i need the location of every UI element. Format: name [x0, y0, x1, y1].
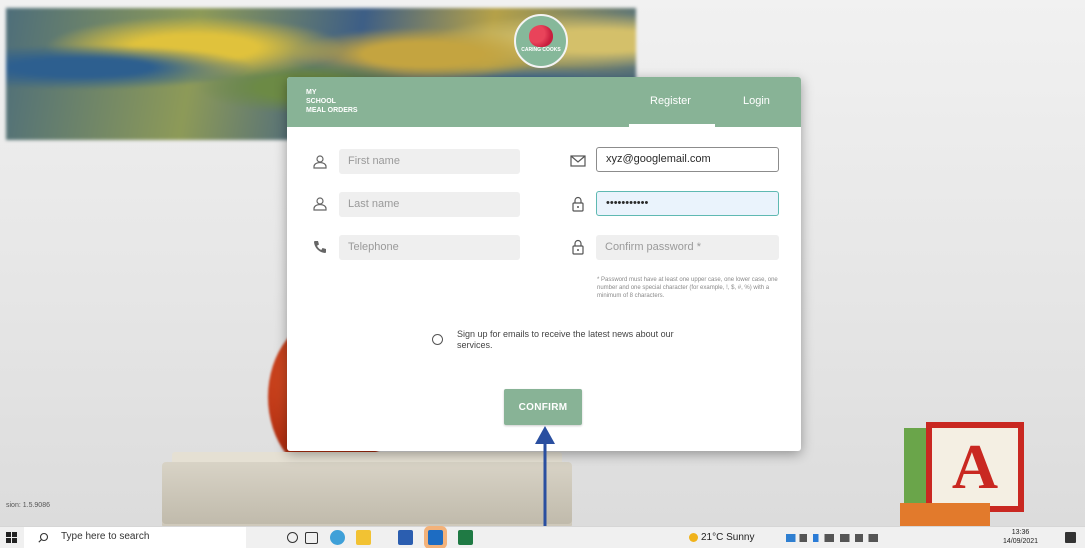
lock-icon	[572, 196, 584, 212]
toy-block-orange	[900, 503, 990, 526]
person-icon	[313, 155, 327, 169]
active-tab-indicator	[629, 124, 715, 127]
caring-cooks-logo: CARING COOKS	[514, 14, 568, 68]
email-input[interactable]: xyz@googlemail.com	[596, 147, 779, 172]
word-icon[interactable]	[398, 530, 413, 545]
outlook-icon[interactable]	[428, 530, 443, 545]
search-icon	[38, 532, 49, 543]
taskbar-search-placeholder: Type here to search	[61, 531, 150, 542]
sun-icon	[689, 533, 698, 542]
windows-icon[interactable]	[6, 532, 17, 543]
taskbar-search[interactable]: Type here to search	[24, 527, 246, 548]
envelope-icon	[570, 155, 586, 167]
tab-login[interactable]: Login	[743, 95, 770, 107]
clock[interactable]: 13:36 14/09/2021	[1003, 528, 1038, 546]
brand-line-1: MY	[306, 89, 317, 96]
dialog-header: MY SCHOOL MEAL ORDERS Register Login	[287, 77, 801, 127]
last-name-input[interactable]: Last name	[339, 192, 520, 217]
version-text: sion: 1.5.9086	[6, 502, 50, 509]
logo-heart-icon	[529, 25, 553, 47]
password-hint: * Password must have at least one upper …	[597, 277, 778, 299]
tab-register[interactable]: Register	[650, 95, 691, 107]
email-optin-radio[interactable]	[432, 334, 443, 345]
notification-icon[interactable]	[1065, 532, 1076, 543]
logo-text: CARING COOKS	[521, 47, 561, 53]
lock-icon	[572, 239, 584, 255]
background-book	[162, 462, 572, 526]
telephone-input[interactable]: Telephone	[339, 235, 520, 260]
person-icon	[313, 197, 327, 211]
file-explorer-icon[interactable]	[356, 530, 371, 545]
cortana-icon[interactable]	[287, 532, 298, 543]
excel-icon[interactable]	[458, 530, 473, 545]
task-view-icon[interactable]	[305, 532, 318, 544]
taskbar: Type here to search 21°C Sunny 13:36 14/…	[0, 526, 1085, 548]
first-name-input[interactable]: First name	[339, 149, 520, 174]
brand-line-2: SCHOOL	[306, 98, 336, 105]
system-tray-icons[interactable]	[786, 534, 882, 542]
weather-text[interactable]: 21°C Sunny	[701, 532, 754, 543]
edge-icon[interactable]	[330, 530, 345, 545]
toy-block-a: A	[926, 422, 1024, 512]
register-dialog: MY SCHOOL MEAL ORDERS Register Login Fir…	[287, 77, 801, 451]
email-optin-label[interactable]: Sign up for emails to receive the latest…	[457, 329, 677, 351]
clock-time: 13:36	[1011, 529, 1030, 536]
clock-date: 14/09/2021	[1003, 538, 1039, 545]
brand-line-3: MEAL ORDERS	[306, 107, 358, 114]
phone-icon	[314, 241, 326, 253]
password-input[interactable]: •••••••••••	[596, 191, 779, 216]
brand-title[interactable]: MY SCHOOL MEAL ORDERS	[306, 88, 358, 115]
confirm-password-input[interactable]: Confirm password *	[596, 235, 779, 260]
confirm-button[interactable]: CONFIRM	[504, 389, 582, 425]
